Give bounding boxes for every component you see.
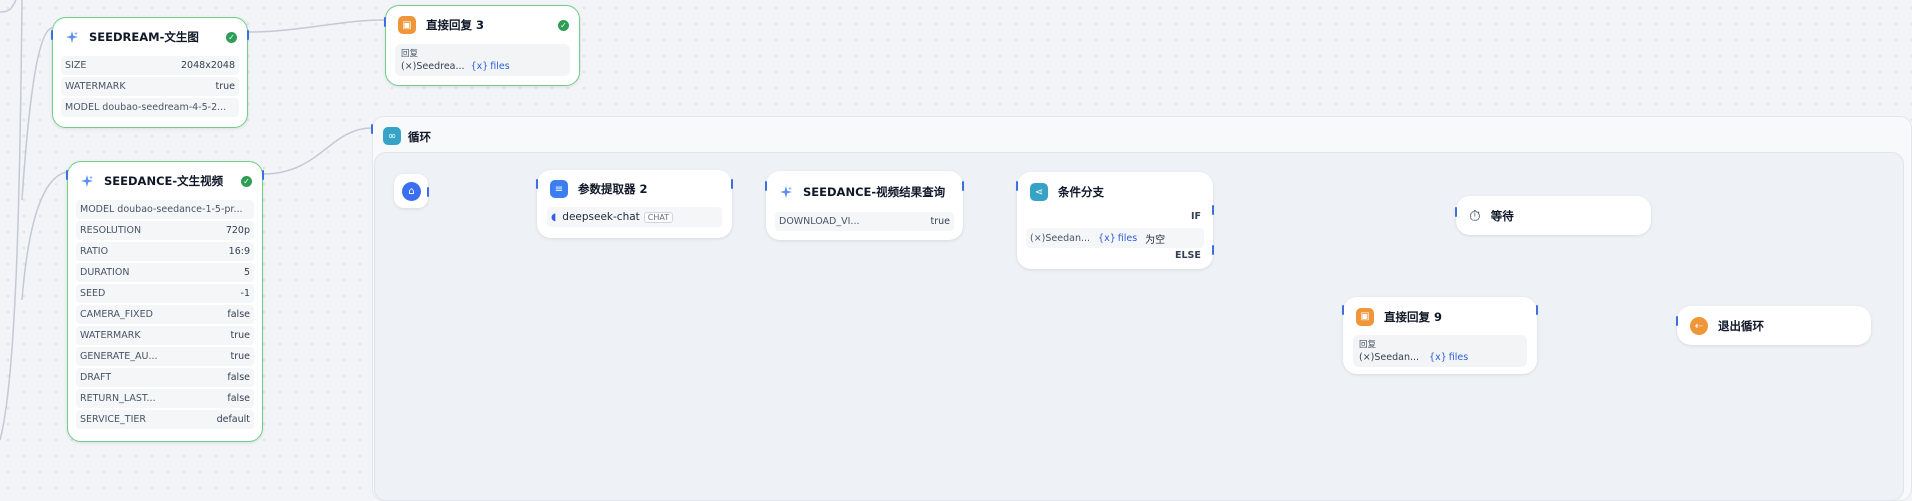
param-title: 参数提取器 2 [578,182,648,196]
spark-icon [66,31,78,43]
param-model-row: ◖ deepseek-chat CHAT [547,207,722,227]
seedance-row-watermark: WATERMARK true [76,326,254,345]
seedream-row-size: SIZE 2048x2048 [61,56,239,75]
variable-icon: (×) [1030,232,1046,244]
reply-icon: ▣ [398,16,416,34]
param-extractor-icon: ≡ [550,180,568,198]
reply9-node[interactable]: ▣ 直接回复 9 回复 (×) Seedan... {x} files [1342,297,1538,374]
seedance-title: SEEDANCE-文生视频 [104,174,224,188]
reply3-content: 回复 (×) Seedrea... {x} files [395,44,570,76]
exit-loop-node[interactable]: ⇠ 退出循环 [1676,306,1871,345]
param-model: deepseek-chat [562,211,640,223]
reply9-input-port[interactable] [1342,305,1344,315]
seedream-row-model: MODEL doubao-seedream-4-5-2... [61,98,239,117]
branch-title: 条件分支 [1058,185,1104,199]
param-input-port[interactable] [536,179,538,189]
variable-icon: (×) [401,61,417,72]
seedance-row-seed: SEED -1 [76,284,254,303]
param-extractor-node[interactable]: ≡ 参数提取器 2 ◖ deepseek-chat CHAT [536,170,733,238]
variable-icon: (×) [1359,352,1375,363]
seedance-row-draft: DRAFT false [76,368,254,387]
infinity-icon: ∞ [383,127,401,145]
seedream-node[interactable]: SEEDREAM-文生图 ✓ SIZE 2048x2048 WATERMARK … [51,17,249,128]
spark-icon [780,186,792,198]
query-title: SEEDANCE-视频结果查询 [803,185,946,199]
branch-if-port[interactable] [1212,205,1214,215]
reply3-input-port[interactable] [384,17,386,27]
files-variable-icon: {x} [470,61,489,72]
branch-else-port[interactable] [1212,245,1214,255]
branch-else-label: ELSE [1175,250,1201,261]
query-input-port[interactable] [765,181,767,191]
exit-input-port[interactable] [1676,316,1678,326]
seedream-title: SEEDREAM-文生图 [89,30,199,44]
wait-title: 等待 [1490,209,1514,223]
reply3-node[interactable]: ▣ 直接回复 3 ✓ 回复 (×) Seedrea... {x} files [384,5,580,86]
edge-left-1 [0,0,17,13]
edge-in-seedance [21,171,68,301]
reply9-title: 直接回复 9 [1384,309,1443,324]
reply9-variable: Seedan... [1374,352,1420,363]
seedance-output-port[interactable] [262,170,264,180]
seedance-row-generate-audio: GENERATE_AU... true [76,347,254,366]
reply-icon: ▣ [1356,307,1374,326]
loop-start-output-port[interactable] [427,187,429,197]
branch-icon: ⋖ [1030,183,1048,201]
success-check-icon: ✓ [241,176,252,187]
timer-icon: ⏱ [1469,207,1481,225]
reply9-output-port[interactable] [1536,305,1538,315]
edge-seedance-loop [262,127,373,175]
edge-left-2 [0,0,23,441]
seedance-row-camera-fixed: CAMERA_FIXED false [76,305,254,324]
exit-title: 退出循环 [1718,319,1764,333]
loop-start-node[interactable]: ⌂ [394,174,429,208]
branch-if-label: IF [1191,211,1202,222]
query-row-download: DOWNLOAD_VI... true [775,212,954,231]
seedream-row-watermark: WATERMARK true [61,77,239,96]
edge-seedream-reply3 [247,19,386,33]
seedance-row-service-tier: SERVICE_TIER default [76,410,254,429]
branch-variable: Seedan... [1045,232,1091,244]
files-variable-icon: {x} [1098,232,1116,244]
seedance-row-ratio: RATIO 16:9 [76,242,254,261]
reply9-files: files [1448,352,1469,363]
branch-operator: 为空 [1145,234,1166,246]
home-icon: ⌂ [402,182,421,201]
seedance-input-port[interactable] [66,170,68,180]
edge-in-seedream [21,27,53,201]
whale-icon: ◖ [551,211,557,223]
reply3-title: 直接回复 3 [426,18,485,32]
files-variable-icon: {x} [1429,352,1447,363]
branch-condition-row: (×) Seedan... {x} files 为空 [1026,228,1204,248]
success-check-icon: ✓ [226,32,237,43]
reply3-variable: Seedrea... [416,61,465,72]
query-output-port[interactable] [962,181,964,191]
seedance-row-duration: DURATION 5 [76,263,254,282]
seedance-query-node[interactable]: SEEDANCE-视频结果查询 DOWNLOAD_VI... true [765,171,964,240]
workflow-canvas[interactable]: SEEDREAM-文生图 ✓ SIZE 2048x2048 WATERMARK … [0,0,1912,501]
reply3-files: files [490,61,510,72]
wait-input-port[interactable] [1455,207,1457,217]
loop-input-port[interactable] [371,124,373,134]
seedream-input-port[interactable] [51,30,53,40]
exit-icon: ⇠ [1690,317,1708,335]
seedream-output-port[interactable] [247,30,249,40]
seedance-row-resolution: RESOLUTION 720p [76,221,254,240]
spark-icon [81,175,93,187]
reply9-content: 回复 (×) Seedan... {x} files [1353,335,1527,367]
branch-files: files [1117,232,1138,244]
success-check-icon: ✓ [558,20,569,31]
param-model-badge: CHAT [643,211,674,223]
param-output-port[interactable] [731,179,733,189]
wait-node[interactable]: ⏱ 等待 [1455,196,1651,235]
seedance-row-model: MODEL doubao-seedance-1-5-pr... [76,200,254,219]
seedance-row-return-last: RETURN_LAST... false [76,389,254,408]
branch-input-port[interactable] [1016,181,1018,191]
seedance-node[interactable]: SEEDANCE-文生视频 ✓ MODEL doubao-seedance-1-… [66,161,264,442]
loop-title: 循环 [408,130,431,144]
